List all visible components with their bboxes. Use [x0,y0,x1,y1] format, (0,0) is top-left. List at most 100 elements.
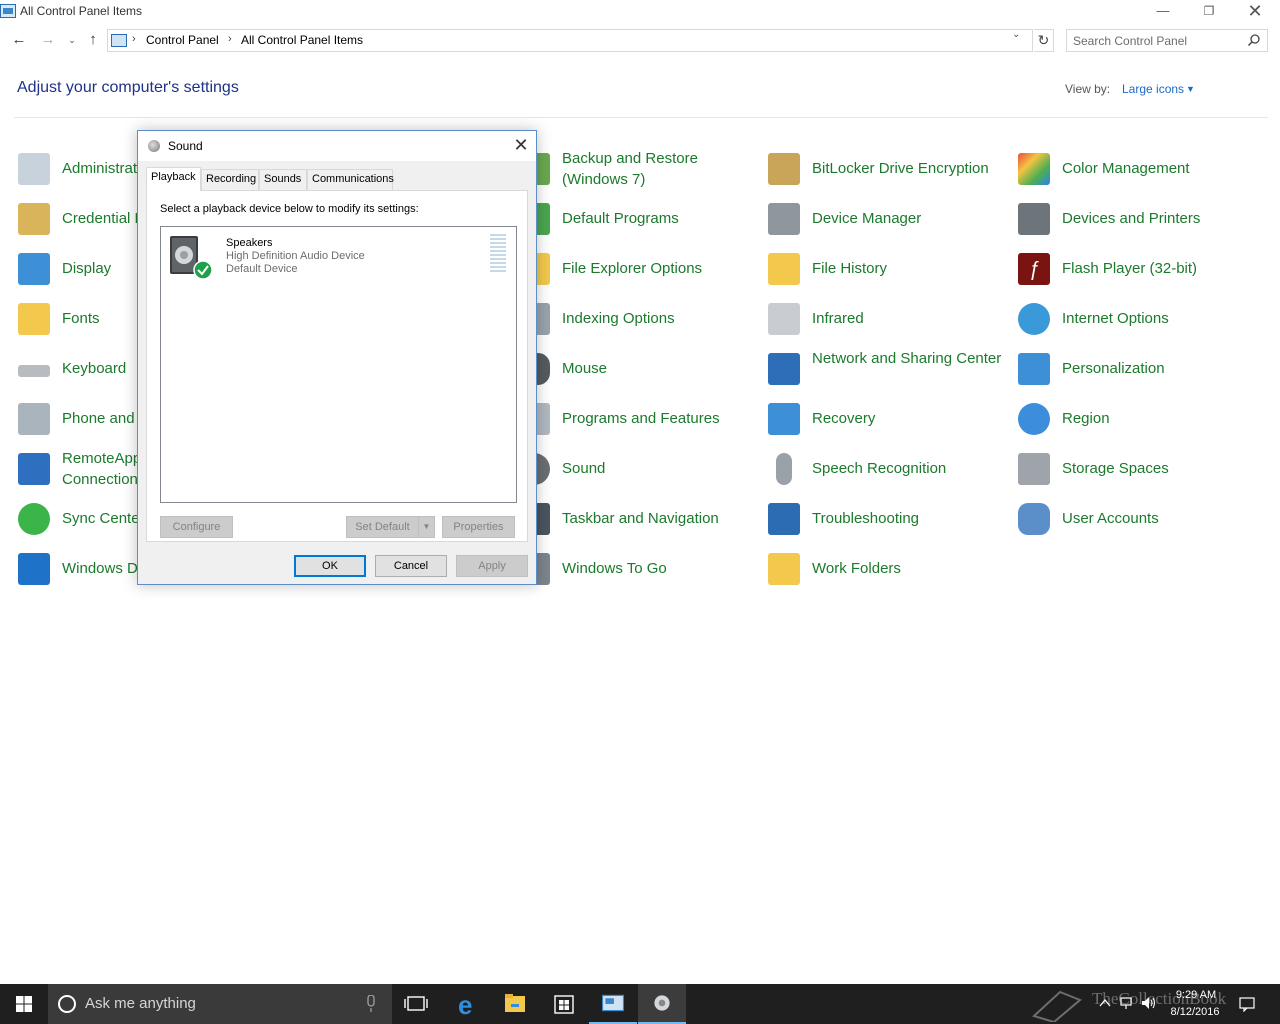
network-icon[interactable] [1118,996,1134,1010]
item-personalization[interactable]: Personalization [1018,348,1263,392]
item-indexing-options[interactable]: Indexing Options [518,298,763,342]
clock-time[interactable]: 9:29 AM [1170,989,1222,1001]
recent-locations-button[interactable]: ⌄ [62,30,82,50]
item-label[interactable]: Speech Recognition [812,458,1012,479]
configure-button[interactable]: Configure [160,516,233,538]
search-input[interactable] [1073,33,1243,48]
item-label[interactable]: File History [812,258,1012,279]
item-infrared[interactable]: Infrared [768,298,1013,342]
item-label[interactable]: Flash Player (32-bit) [1062,258,1262,279]
item-backup-restore[interactable]: Backup and Restore (Windows 7) [518,148,763,192]
item-label[interactable]: Device Manager [812,208,1012,229]
tab-communications[interactable]: Communications [307,169,394,190]
item-label[interactable]: Indexing Options [562,308,762,329]
cortana-placeholder[interactable]: Ask me anything [85,995,196,1012]
close-button[interactable]: ✕ [1232,0,1278,24]
item-label[interactable]: Recovery [812,408,1012,429]
chevron-down-icon[interactable]: ▼ [1186,84,1195,94]
refresh-button[interactable]: ↻ [1034,29,1054,52]
item-label[interactable]: Personalization [1062,358,1262,379]
tab-recording[interactable]: Recording [201,169,259,190]
ok-button[interactable]: OK [294,555,366,577]
item-sound[interactable]: Sound [518,448,763,492]
item-label[interactable]: Storage Spaces [1062,458,1262,479]
edge-browser-icon[interactable]: e [442,984,490,1024]
item-label[interactable]: Region [1062,408,1262,429]
store-icon[interactable] [540,984,588,1024]
cancel-button[interactable]: Cancel [375,555,447,577]
clock-date[interactable]: 8/12/2016 [1165,1006,1225,1018]
item-troubleshooting[interactable]: Troubleshooting [768,498,1013,542]
item-device-manager[interactable]: Device Manager [768,198,1013,242]
item-label[interactable]: Internet Options [1062,308,1262,329]
dialog-titlebar[interactable]: Sound ✕ [138,131,536,161]
breadcrumb-separator[interactable]: › [228,33,232,45]
item-recovery[interactable]: Recovery [768,398,1013,442]
maximize-button[interactable]: ❐ [1186,0,1232,24]
item-windows-to-go[interactable]: Windows To Go [518,548,763,592]
search-icon[interactable] [1247,33,1261,47]
item-color-management[interactable]: Color Management [1018,148,1263,192]
tab-playback[interactable]: Playback [146,167,201,191]
address-bar[interactable]: › Control Panel › All Control Panel Item… [107,29,1033,52]
device-list[interactable]: Speakers High Definition Audio Device De… [160,226,517,503]
item-devices-printers[interactable]: Devices and Printers [1018,198,1263,242]
item-label[interactable]: Mouse [562,358,762,379]
breadcrumb-all-items[interactable]: All Control Panel Items [241,33,363,47]
set-default-dropdown[interactable]: ▼ [418,516,435,538]
up-button[interactable]: ↑ [83,30,103,50]
item-internet-options[interactable]: Internet Options [1018,298,1263,342]
sound-taskbar-icon[interactable] [638,984,686,1024]
item-label[interactable]: Troubleshooting [812,508,1012,529]
item-label[interactable]: Work Folders [812,558,1012,579]
microphone-icon[interactable] [366,995,376,1013]
set-default-button[interactable]: Set Default [346,516,418,538]
item-label[interactable]: Color Management [1062,158,1262,179]
cortana-search-box[interactable]: Ask me anything [48,984,392,1024]
item-label[interactable]: User Accounts [1062,508,1262,529]
apply-button[interactable]: Apply [456,555,528,577]
chevron-up-icon[interactable] [1098,996,1112,1010]
item-label[interactable]: Backup and Restore (Windows 7) [562,148,762,190]
item-flash-player[interactable]: ƒ Flash Player (32-bit) [1018,248,1263,292]
item-network-sharing[interactable]: Network and Sharing Center [768,348,1013,392]
item-speech-recognition[interactable]: Speech Recognition [768,448,1013,492]
view-by-dropdown[interactable]: Large icons [1122,82,1184,96]
item-programs-features[interactable]: Programs and Features [518,398,763,442]
windows-start-icon[interactable] [0,984,48,1024]
item-taskbar-navigation[interactable]: Taskbar and Navigation [518,498,763,542]
item-label[interactable]: Network and Sharing Center [812,348,1012,369]
volume-icon[interactable] [1140,996,1158,1010]
properties-button[interactable]: Properties [442,516,515,538]
task-view-icon[interactable] [392,984,440,1024]
dialog-close-button[interactable]: ✕ [508,134,534,158]
minimize-button[interactable]: — [1140,0,1186,24]
breadcrumb-separator[interactable]: › [132,33,136,45]
address-dropdown-button[interactable]: ⌄ [1012,29,1020,40]
item-mouse[interactable]: Mouse [518,348,763,392]
breadcrumb-control-panel[interactable]: Control Panel [146,33,219,47]
file-explorer-icon[interactable] [491,984,539,1024]
item-work-folders[interactable]: Work Folders [768,548,1013,592]
search-box[interactable] [1066,29,1268,52]
item-label[interactable]: Sound [562,458,762,479]
item-label[interactable]: File Explorer Options [562,258,762,279]
control-panel-taskbar-icon[interactable] [589,984,637,1024]
list-item[interactable]: Speakers High Definition Audio Device De… [167,232,511,280]
forward-button[interactable]: → [38,30,58,50]
item-label[interactable]: Infrared [812,308,1012,329]
item-label[interactable]: Programs and Features [562,408,762,429]
back-button[interactable]: ← [9,30,29,50]
item-label[interactable]: Default Programs [562,208,762,229]
item-label[interactable]: Windows To Go [562,558,762,579]
item-region[interactable]: Region [1018,398,1263,442]
item-bitlocker[interactable]: BitLocker Drive Encryption [768,148,1013,192]
item-storage-spaces[interactable]: Storage Spaces [1018,448,1263,492]
tab-sounds[interactable]: Sounds [259,169,307,190]
item-default-programs[interactable]: Default Programs [518,198,763,242]
item-label[interactable]: BitLocker Drive Encryption [812,158,1012,179]
item-file-explorer-options[interactable]: File Explorer Options [518,248,763,292]
item-file-history[interactable]: File History [768,248,1013,292]
notifications-icon[interactable] [1238,996,1256,1012]
item-user-accounts[interactable]: User Accounts [1018,498,1263,542]
